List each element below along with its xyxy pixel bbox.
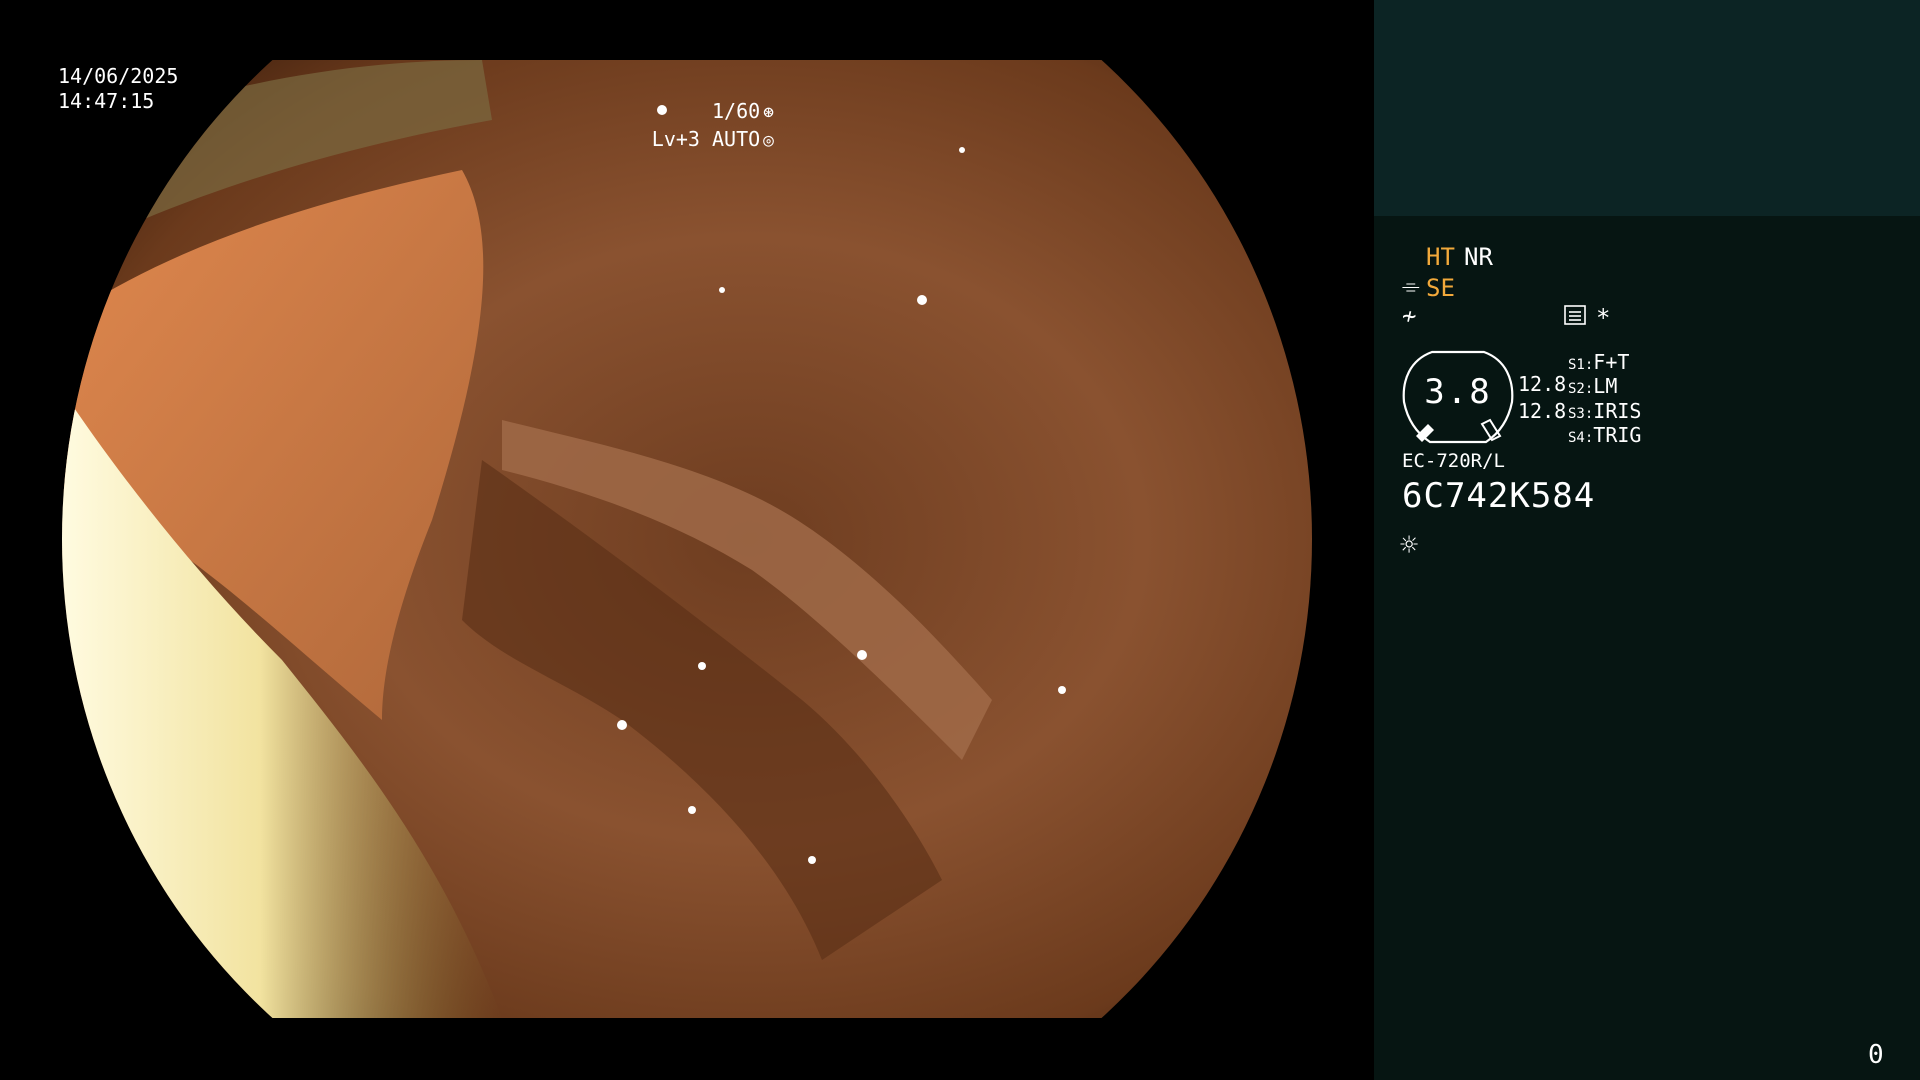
endoscopic-scene <box>62 60 1312 1018</box>
status-side-panel: HT NR ⌯ SE ≁ * 3.8 12.8 12.8 S1:F+T S2:L… <box>1374 0 1920 1080</box>
reading-2: 12.8 <box>1518 399 1567 423</box>
switch-s1-key: S1: <box>1568 357 1594 373</box>
switch-s4-key: S4: <box>1568 430 1594 446</box>
shutter-value: 1/60 <box>711 99 761 123</box>
dial-needle-right <box>1480 418 1502 442</box>
switch-s2-key: S2: <box>1568 381 1594 397</box>
scope-serial-number: 6C742K584 <box>1402 476 1596 516</box>
scope-model: EC-720R/L <box>1402 450 1505 472</box>
switch-s1-value: F+T <box>1593 350 1630 374</box>
reading-1: 12.8 <box>1518 372 1567 396</box>
date-readout: 14/06/2025 <box>58 64 179 88</box>
time-readout: 14:47:15 <box>58 89 155 113</box>
endoscopic-image <box>62 60 1312 1018</box>
menu-icon-graphic <box>1564 305 1586 325</box>
switch-s3-value: IRIS <box>1593 399 1642 423</box>
page-number: 0 <box>1868 1040 1884 1070</box>
aperture-icon: ⊛ <box>763 102 774 123</box>
star-indicator: * <box>1596 304 1611 332</box>
endoscope-video-area: 14/06/2025 14:47:15 1/60 ⊛ Lv+3 AUTO ◎ <box>0 0 1374 1080</box>
switch-s2-value: LM <box>1593 374 1618 398</box>
exposure-level-value: Lv+3 AUTO <box>651 127 761 151</box>
menu-icon <box>1564 305 1586 329</box>
switch-s1: S1:F+T <box>1568 350 1629 374</box>
side-panel-header <box>1374 0 1920 216</box>
nr-indicator: NR <box>1464 243 1493 271</box>
ht-indicator: HT <box>1426 243 1455 271</box>
sun-icon: ☼ <box>1400 528 1419 563</box>
switch-s3: S3:IRIS <box>1568 399 1641 423</box>
auto-exposure-icon: ◎ <box>763 130 774 151</box>
zoom-dial-value: 3.8 <box>1424 372 1492 412</box>
shutter-readout: 1/60 ⊛ <box>712 99 774 125</box>
switch-s3-key: S3: <box>1568 406 1594 422</box>
switch-s4-value: TRIG <box>1593 423 1642 447</box>
wave-icon: ≁ <box>1402 302 1417 330</box>
exposure-level-readout: Lv+3 AUTO ◎ <box>652 127 774 153</box>
se-indicator: SE <box>1426 274 1455 302</box>
scope-icon: ⌯ <box>1402 274 1420 299</box>
switch-s4: S4:TRIG <box>1568 423 1641 447</box>
switch-s2: S2:LM <box>1568 374 1617 398</box>
